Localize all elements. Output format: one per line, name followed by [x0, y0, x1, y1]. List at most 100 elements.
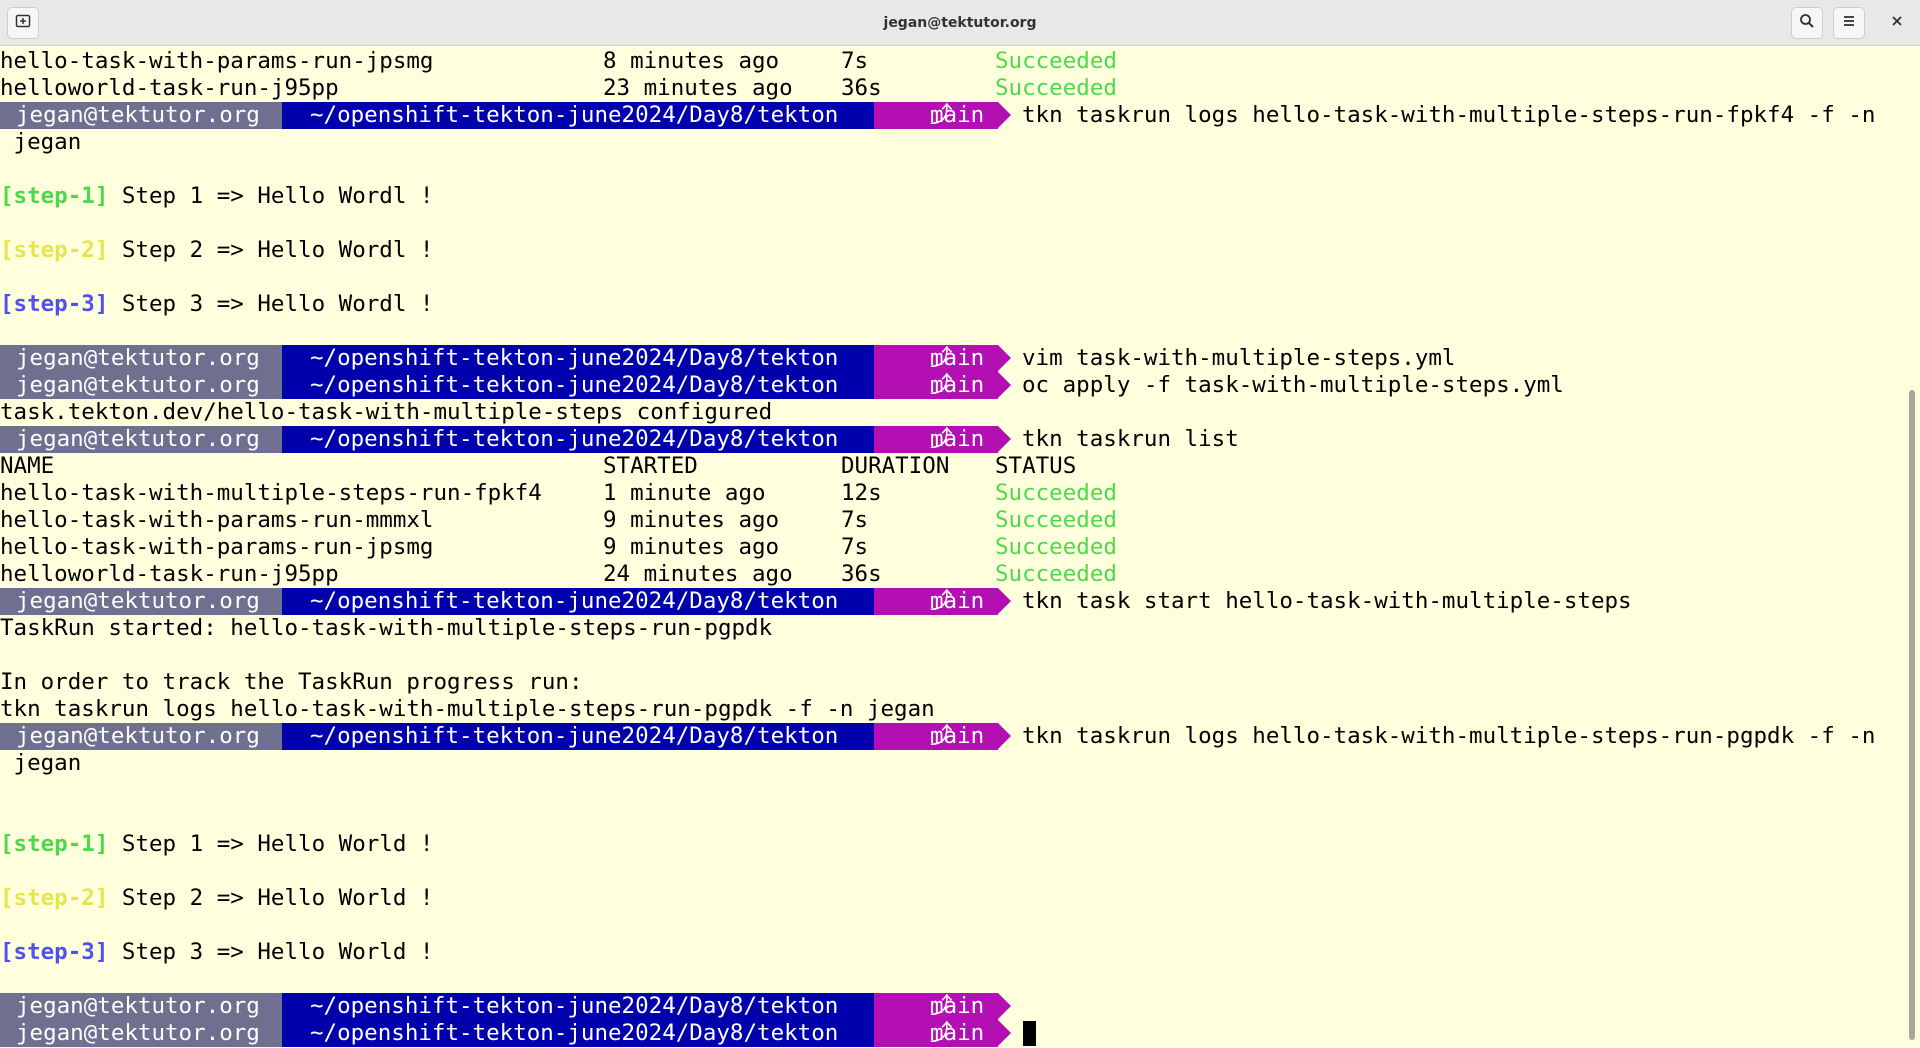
step-tag: [step-2] — [0, 885, 109, 911]
prompt-line: jegan@tektutor.org ~/openshift-tekton-ju… — [0, 372, 1904, 399]
log-line: [step-2] Step 2 => Hello World ! — [0, 885, 433, 912]
taskrun-duration: 7s — [841, 507, 869, 533]
taskrun-duration: 7s — [841, 534, 869, 560]
prompt-path-segment: ~/openshift-tekton-june2024/Day8/tekton — [282, 345, 874, 372]
step-tag: [step-3] — [0, 939, 109, 965]
prompt-line: jegan@tektutor.org ~/openshift-tekton-ju… — [0, 588, 1904, 615]
command-text: tkn taskrun list — [1022, 426, 1239, 452]
prompt-path-segment: ~/openshift-tekton-june2024/Day8/tekton — [282, 993, 874, 1020]
taskrun-duration: 36s — [841, 561, 882, 587]
taskrun-name: hello-task-with-params-run-jpsmg — [0, 534, 434, 560]
prompt-line: jegan@tektutor.org ~/openshift-tekton-ju… — [0, 345, 1904, 372]
terminal-output[interactable]: hello-task-with-params-run-jpsmg 8 minut… — [0, 48, 1904, 1048]
titlebar: jegan@tektutor.org — [0, 0, 1920, 46]
taskrun-name: hello-task-with-params-run-mmmxl — [0, 507, 434, 533]
prompt-user-segment: jegan@tektutor.org — [0, 345, 282, 372]
command-wrap: jegan — [0, 129, 82, 155]
prompt-user-segment: jegan@tektutor.org — [0, 426, 282, 453]
log-text: Step 3 => Hello Wordl ! — [108, 291, 434, 317]
scrollbar-thumb[interactable] — [1909, 390, 1915, 1040]
taskrun-started: 8 minutes ago — [603, 48, 780, 74]
list-row: helloworld-task-run-j95pp 24 minutes ago… — [0, 561, 1117, 588]
search-icon — [1799, 13, 1815, 34]
prompt-git-segment: ⤴ main — [874, 993, 998, 1020]
text-cursor — [1023, 1021, 1036, 1046]
log-line: [step-1] Step 1 => Hello Wordl ! — [0, 183, 433, 210]
header-status: STATUS — [995, 453, 1077, 479]
command-text: vim task-with-multiple-steps.yml — [1022, 345, 1456, 371]
list-row: hello-task-with-params-run-jpsmg 8 minut… — [0, 48, 1117, 75]
log-line: [step-2] Step 2 => Hello Wordl ! — [0, 237, 433, 264]
prompt-user-segment: jegan@tektutor.org — [0, 102, 282, 129]
taskrun-name: hello-task-with-multiple-steps-run-fpkf4 — [0, 480, 542, 506]
terminal-window: jegan@tektutor.org hello-task-with-param… — [0, 0, 1920, 1048]
prompt-git-segment: ⤴ main — [874, 372, 998, 399]
step-tag: [step-1] — [0, 831, 109, 857]
list-row: hello-task-with-params-run-jpsmg 9 minut… — [0, 534, 1117, 561]
taskrun-started: 23 minutes ago — [603, 75, 793, 101]
list-header: NAME STARTED DURATION STATUS — [0, 453, 1076, 480]
list-row: helloworld-task-run-j95pp 23 minutes ago… — [0, 75, 1117, 102]
taskrun-started: 24 minutes ago — [603, 561, 793, 587]
command-text: tkn taskrun logs hello-task-with-multipl… — [1022, 102, 1876, 128]
prompt-user-segment: jegan@tektutor.org — [0, 993, 282, 1020]
header-started: STARTED — [603, 453, 698, 479]
log-text: Step 1 => Hello World ! — [108, 831, 434, 857]
log-text: Step 2 => Hello World ! — [108, 885, 434, 911]
command-output: TaskRun started: hello-task-with-multipl… — [0, 615, 773, 641]
taskrun-duration: 12s — [841, 480, 882, 506]
command-output: task.tekton.dev/hello-task-with-multiple… — [0, 399, 773, 425]
header-name: NAME — [0, 453, 55, 479]
command-text: oc apply -f task-with-multiple-steps.yml — [1022, 372, 1564, 398]
log-line: [step-1] Step 1 => Hello World ! — [0, 831, 433, 858]
prompt-path-segment: ~/openshift-tekton-june2024/Day8/tekton — [282, 723, 874, 750]
header-duration: DURATION — [841, 453, 950, 479]
taskrun-status: Succeeded — [995, 561, 1117, 587]
prompt-git-segment: ⤴ main — [874, 1020, 998, 1047]
prompt-path-segment: ~/openshift-tekton-june2024/Day8/tekton — [282, 372, 874, 399]
taskrun-duration: 36s — [841, 75, 882, 101]
menu-button[interactable] — [1833, 7, 1865, 39]
prompt-git-segment: ⤴ main — [874, 345, 998, 372]
prompt-line: jegan@tektutor.org ~/openshift-tekton-ju… — [0, 426, 1904, 453]
step-tag: [step-3] — [0, 291, 109, 317]
prompt-user-segment: jegan@tektutor.org — [0, 1020, 282, 1047]
prompt-user-segment: jegan@tektutor.org — [0, 588, 282, 615]
prompt-path-segment: ~/openshift-tekton-june2024/Day8/tekton — [282, 102, 874, 129]
taskrun-started: 1 minute ago — [603, 480, 766, 506]
log-line: [step-3] Step 3 => Hello Wordl ! — [0, 291, 433, 318]
prompt-git-segment: ⤴ main — [874, 588, 998, 615]
command-wrap: jegan — [0, 750, 82, 776]
window-title: jegan@tektutor.org — [883, 15, 1037, 31]
taskrun-name: helloworld-task-run-j95pp — [0, 561, 339, 587]
taskrun-name: helloworld-task-run-j95pp — [0, 75, 339, 101]
prompt-line: jegan@tektutor.org ~/openshift-tekton-ju… — [0, 723, 1904, 750]
command-text: tkn taskrun logs hello-task-with-multipl… — [1022, 723, 1876, 749]
prompt-git-segment: ⤴ main — [874, 102, 998, 129]
taskrun-duration: 7s — [841, 48, 869, 74]
taskrun-name: hello-task-with-params-run-jpsmg — [0, 48, 434, 74]
close-button[interactable] — [1881, 7, 1913, 39]
prompt-line: jegan@tektutor.org ~/openshift-tekton-ju… — [0, 102, 1904, 129]
search-button[interactable] — [1791, 7, 1823, 39]
prompt-line: jegan@tektutor.org ~/openshift-tekton-ju… — [0, 1020, 1904, 1047]
step-tag: [step-2] — [0, 237, 109, 263]
taskrun-status: Succeeded — [995, 480, 1117, 506]
log-text: Step 2 => Hello Wordl ! — [108, 237, 434, 263]
prompt-path-segment: ~/openshift-tekton-june2024/Day8/tekton — [282, 426, 874, 453]
taskrun-status: Succeeded — [995, 534, 1117, 560]
prompt-line: jegan@tektutor.org ~/openshift-tekton-ju… — [0, 993, 1904, 1020]
command-output: In order to track the TaskRun progress r… — [0, 669, 583, 695]
log-text: Step 3 => Hello World ! — [108, 939, 434, 965]
log-text: Step 1 => Hello Wordl ! — [108, 183, 434, 209]
taskrun-status: Succeeded — [995, 48, 1117, 74]
taskrun-status: Succeeded — [995, 507, 1117, 533]
list-row: hello-task-with-params-run-mmmxl 9 minut… — [0, 507, 1117, 534]
log-line: [step-3] Step 3 => Hello World ! — [0, 939, 433, 966]
command-output: tkn taskrun logs hello-task-with-multipl… — [0, 696, 935, 722]
command-text: tkn task start hello-task-with-multiple-… — [1022, 588, 1632, 614]
vertical-scrollbar[interactable] — [1904, 48, 1920, 1048]
taskrun-status: Succeeded — [995, 75, 1117, 101]
prompt-git-segment: ⤴ main — [874, 723, 998, 750]
prompt-user-segment: jegan@tektutor.org — [0, 372, 282, 399]
